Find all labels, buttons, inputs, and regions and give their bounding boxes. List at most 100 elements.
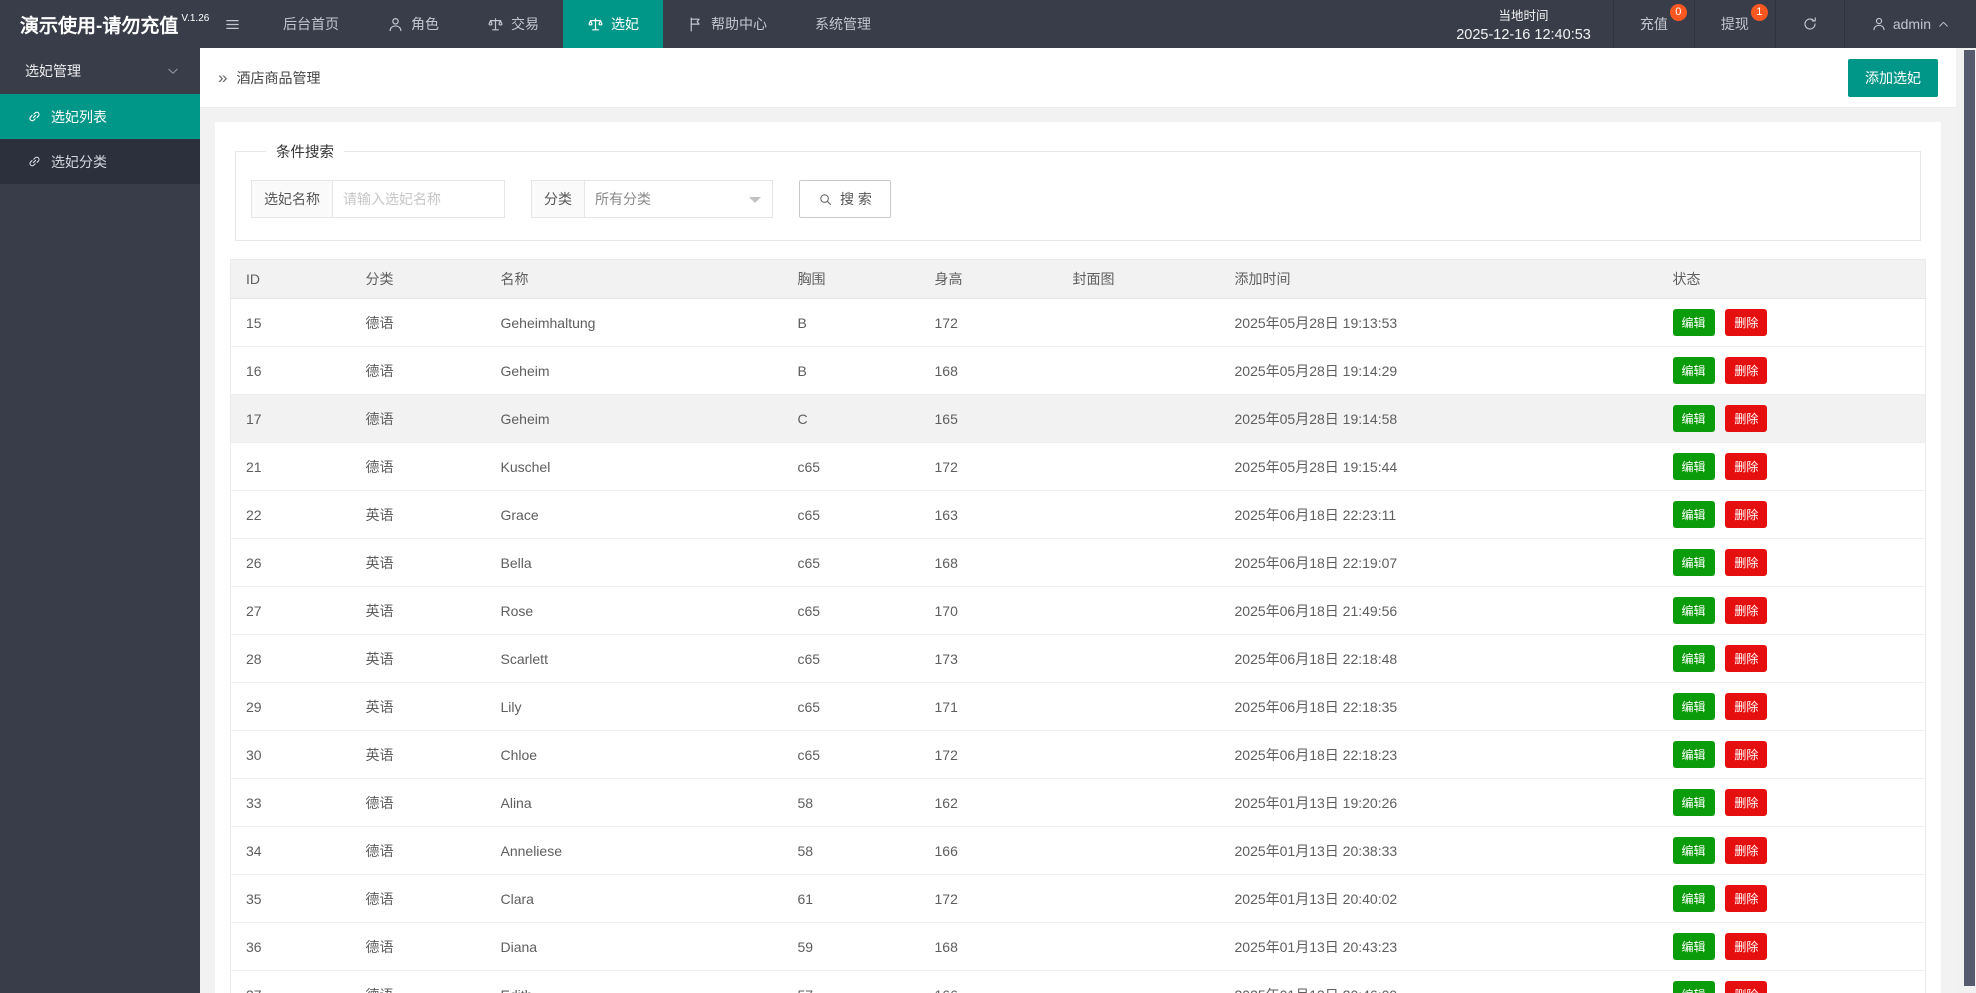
- menu-toggle-button[interactable]: [206, 0, 259, 48]
- search-button[interactable]: 搜 索: [799, 180, 891, 218]
- cell-category: 英语: [351, 683, 486, 731]
- username: admin: [1893, 16, 1931, 32]
- edit-button[interactable]: 编辑: [1673, 645, 1715, 672]
- delete-button[interactable]: 删除: [1725, 309, 1767, 336]
- cell-name: Edith: [486, 971, 783, 993]
- page-scrollbar-track[interactable]: [1956, 48, 1976, 993]
- cell-time: 2025年05月28日 19:14:58: [1220, 395, 1658, 443]
- edit-button[interactable]: 编辑: [1673, 837, 1715, 864]
- nav-item-help[interactable]: 帮助中心: [663, 0, 791, 48]
- cell-time: 2025年05月28日 19:14:29: [1220, 347, 1658, 395]
- delete-button[interactable]: 删除: [1725, 549, 1767, 576]
- delete-button[interactable]: 删除: [1725, 405, 1767, 432]
- person-icon: [387, 16, 404, 33]
- cell-bust: 59: [783, 923, 920, 971]
- delete-button[interactable]: 删除: [1725, 789, 1767, 816]
- cell-cover: [1058, 875, 1220, 923]
- cell-actions: 编辑 删除: [1658, 971, 1926, 993]
- nav-label: 系统管理: [815, 14, 871, 34]
- edit-button[interactable]: 编辑: [1673, 453, 1715, 480]
- edit-button[interactable]: 编辑: [1673, 549, 1715, 576]
- sidebar-group-label: 选妃管理: [25, 61, 81, 81]
- cell-actions: 编辑 删除: [1658, 779, 1926, 827]
- delete-button[interactable]: 删除: [1725, 693, 1767, 720]
- sidebar-item-concubine-category[interactable]: 选妃分类: [0, 139, 200, 184]
- cell-category: 德语: [351, 395, 486, 443]
- sidebar-group-concubine-mgmt[interactable]: 选妃管理: [0, 48, 200, 94]
- table-row: 15 德语 Geheimhaltung B 172 2025年05月28日 19…: [231, 299, 1926, 347]
- edit-button[interactable]: 编辑: [1673, 357, 1715, 384]
- cell-id: 37: [231, 971, 351, 993]
- edit-button[interactable]: 编辑: [1673, 597, 1715, 624]
- edit-button[interactable]: 编辑: [1673, 405, 1715, 432]
- link-icon: [27, 109, 42, 124]
- search-panel: 条件搜索 选妃名称 分类 所有分类 搜 索: [235, 141, 1921, 241]
- nav-item-trade[interactable]: 交易: [463, 0, 563, 48]
- nav-item-system[interactable]: 系统管理: [791, 0, 895, 48]
- cell-bust: 58: [783, 779, 920, 827]
- edit-button[interactable]: 编辑: [1673, 741, 1715, 768]
- table-row: 33 德语 Alina 58 162 2025年01月13日 19:20:26 …: [231, 779, 1926, 827]
- cell-name: Lily: [486, 683, 783, 731]
- name-input[interactable]: [333, 180, 505, 218]
- link-icon: [27, 154, 42, 169]
- app-version: V.1.26: [181, 13, 209, 24]
- chevron-down-icon: [166, 64, 180, 78]
- delete-button[interactable]: 删除: [1725, 645, 1767, 672]
- delete-button[interactable]: 删除: [1725, 837, 1767, 864]
- cell-category: 德语: [351, 875, 486, 923]
- cell-actions: 编辑 删除: [1658, 299, 1926, 347]
- cell-category: 德语: [351, 443, 486, 491]
- add-concubine-button[interactable]: 添加选妃: [1848, 59, 1938, 97]
- cell-bust: C: [783, 395, 920, 443]
- table-row: 30 英语 Chloe c65 172 2025年06月18日 22:18:23…: [231, 731, 1926, 779]
- edit-button[interactable]: 编辑: [1673, 693, 1715, 720]
- edit-button[interactable]: 编辑: [1673, 789, 1715, 816]
- topbar: 演示使用-请勿充值V.1.26 后台首页 角色 交易 选妃 帮助中心 系统管理: [0, 0, 1976, 48]
- cell-cover: [1058, 347, 1220, 395]
- recharge-button[interactable]: 充值 0: [1613, 0, 1694, 48]
- refresh-button[interactable]: [1775, 0, 1844, 48]
- sidebar-item-concubine-list[interactable]: 选妃列表: [0, 94, 200, 139]
- delete-button[interactable]: 删除: [1725, 885, 1767, 912]
- edit-button[interactable]: 编辑: [1673, 885, 1715, 912]
- nav-item-concubine[interactable]: 选妃: [563, 0, 663, 48]
- nav-item-roles[interactable]: 角色: [363, 0, 463, 48]
- concubine-table: ID 分类 名称 胸围 身高 封面图 添加时间 状态 15 德语 Geheimh…: [230, 259, 1926, 993]
- edit-button[interactable]: 编辑: [1673, 981, 1715, 993]
- cell-category: 德语: [351, 347, 486, 395]
- edit-button[interactable]: 编辑: [1673, 309, 1715, 336]
- delete-button[interactable]: 删除: [1725, 933, 1767, 960]
- cell-actions: 编辑 删除: [1658, 875, 1926, 923]
- app-logo: 演示使用-请勿充值V.1.26: [0, 0, 206, 48]
- cell-time: 2025年06月18日 22:18:23: [1220, 731, 1658, 779]
- recharge-label: 充值: [1640, 14, 1668, 34]
- delete-button[interactable]: 删除: [1725, 741, 1767, 768]
- sidebar: 选妃管理 选妃列表 选妃分类: [0, 48, 200, 993]
- cell-cover: [1058, 299, 1220, 347]
- cell-bust: c65: [783, 587, 920, 635]
- cell-height: 166: [920, 827, 1058, 875]
- edit-button[interactable]: 编辑: [1673, 501, 1715, 528]
- cell-cover: [1058, 923, 1220, 971]
- cell-actions: 编辑 删除: [1658, 587, 1926, 635]
- delete-button[interactable]: 删除: [1725, 453, 1767, 480]
- withdraw-button[interactable]: 提现 1: [1694, 0, 1775, 48]
- delete-button[interactable]: 删除: [1725, 597, 1767, 624]
- cell-name: Rose: [486, 587, 783, 635]
- delete-button[interactable]: 删除: [1725, 357, 1767, 384]
- nav-label: 帮助中心: [711, 14, 767, 34]
- delete-button[interactable]: 删除: [1725, 501, 1767, 528]
- nav-item-dashboard[interactable]: 后台首页: [259, 0, 363, 48]
- user-menu[interactable]: admin: [1844, 0, 1976, 48]
- category-select[interactable]: 所有分类: [585, 180, 773, 218]
- cell-name: Chloe: [486, 731, 783, 779]
- cell-height: 172: [920, 299, 1058, 347]
- nav-label: 后台首页: [283, 14, 339, 34]
- table-row: 16 德语 Geheim B 168 2025年05月28日 19:14:29 …: [231, 347, 1926, 395]
- withdraw-label: 提现: [1721, 14, 1749, 34]
- cell-id: 33: [231, 779, 351, 827]
- page-scrollbar-thumb[interactable]: [1964, 50, 1975, 986]
- delete-button[interactable]: 删除: [1725, 981, 1767, 993]
- edit-button[interactable]: 编辑: [1673, 933, 1715, 960]
